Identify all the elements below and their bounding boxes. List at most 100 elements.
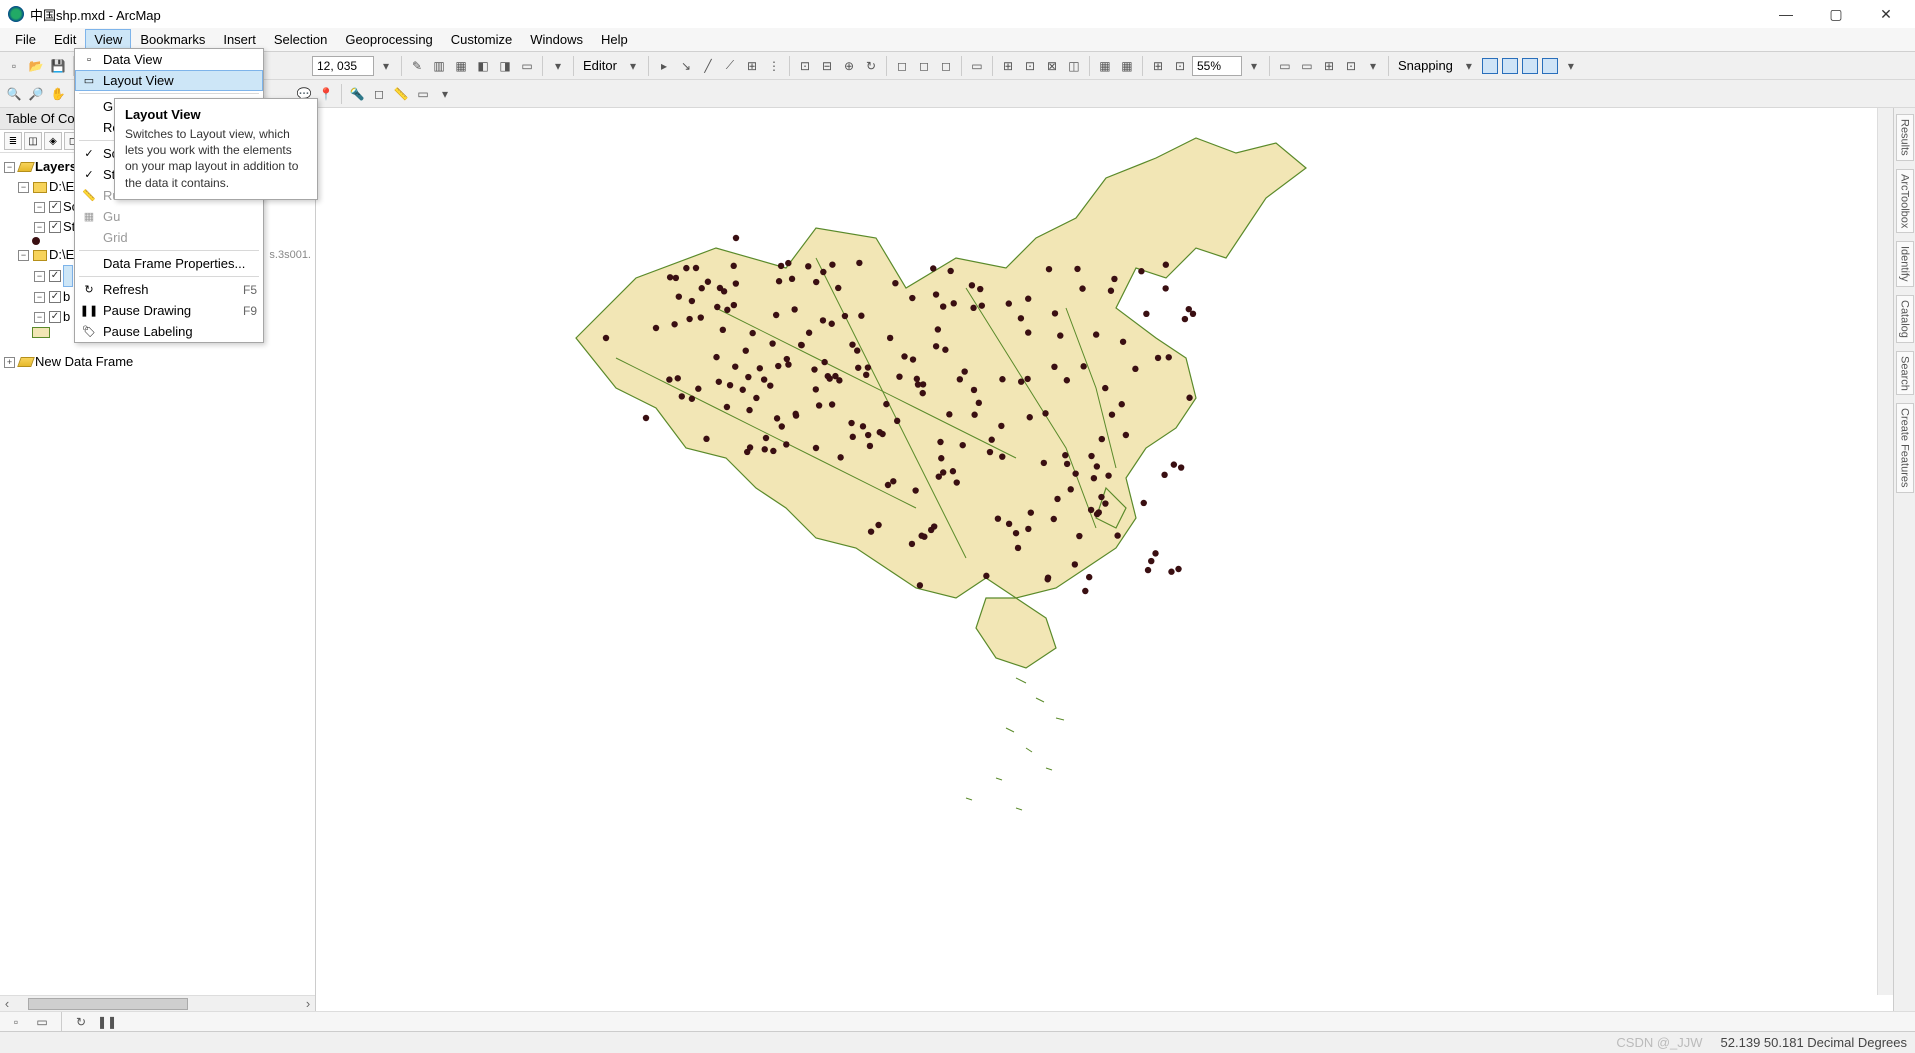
- layer-checkbox[interactable]: ✓: [49, 221, 61, 233]
- collapse-icon[interactable]: −: [34, 202, 45, 213]
- pan-icon[interactable]: ✋: [48, 84, 68, 104]
- percent-input[interactable]: [1192, 56, 1242, 76]
- menu-pause-drawing[interactable]: ❚❚ Pause Drawing F9: [75, 300, 263, 321]
- tool-icon[interactable]: ◻: [892, 56, 912, 76]
- menu-bookmarks[interactable]: Bookmarks: [131, 29, 214, 50]
- side-tab-results[interactable]: Results: [1896, 114, 1914, 161]
- pause-icon[interactable]: ❚❚: [97, 1012, 117, 1032]
- layer-checkbox[interactable]: ✓: [49, 291, 61, 303]
- side-tab-catalog[interactable]: Catalog: [1896, 295, 1914, 343]
- tool-icon[interactable]: ⊞: [742, 56, 762, 76]
- tool-icon[interactable]: ╱: [698, 56, 718, 76]
- minimize-button[interactable]: —: [1773, 4, 1799, 24]
- data-view-icon[interactable]: ▫: [6, 1012, 26, 1032]
- dropdown-icon[interactable]: ▾: [1363, 56, 1383, 76]
- tool-icon[interactable]: ⊕: [839, 56, 859, 76]
- new-icon[interactable]: ▫: [4, 56, 24, 76]
- toc-tab-visibility[interactable]: ◈: [44, 132, 62, 150]
- menu-pause-labeling[interactable]: 🏷 Pause Labeling: [75, 321, 263, 342]
- dropdown-icon[interactable]: ▾: [1459, 56, 1479, 76]
- refresh-icon[interactable]: ↻: [71, 1012, 91, 1032]
- snap-option[interactable]: [1502, 58, 1518, 74]
- menu-customize[interactable]: Customize: [442, 29, 521, 50]
- find-icon[interactable]: 🔦: [347, 84, 367, 104]
- tool-icon[interactable]: ▾: [548, 56, 568, 76]
- layer-checkbox[interactable]: ✓: [49, 311, 61, 323]
- snap-option[interactable]: [1482, 58, 1498, 74]
- toc-tab-list[interactable]: ≣: [4, 132, 22, 150]
- tool-icon[interactable]: ⊡: [795, 56, 815, 76]
- zoom-out-icon[interactable]: 🔎: [26, 84, 46, 104]
- tool-icon[interactable]: ▦: [451, 56, 471, 76]
- side-tab-create-features[interactable]: Create Features: [1896, 403, 1914, 492]
- collapse-icon[interactable]: −: [34, 222, 45, 233]
- tool-icon[interactable]: ⊟: [817, 56, 837, 76]
- side-tab-arctoolbox[interactable]: ArcToolbox: [1896, 169, 1914, 233]
- tool-icon[interactable]: 📍: [316, 84, 336, 104]
- tool-icon[interactable]: ▭: [413, 84, 433, 104]
- collapse-icon[interactable]: −: [34, 271, 45, 282]
- tool-icon[interactable]: ⋮: [764, 56, 784, 76]
- scroll-thumb[interactable]: [28, 998, 188, 1010]
- side-tab-search[interactable]: Search: [1896, 351, 1914, 396]
- menu-edit[interactable]: Edit: [45, 29, 85, 50]
- editor-label[interactable]: Editor: [579, 58, 621, 73]
- tool-icon[interactable]: ▸: [654, 56, 674, 76]
- tool-icon[interactable]: ▭: [967, 56, 987, 76]
- collapse-icon[interactable]: −: [34, 312, 45, 323]
- tool-icon[interactable]: ◨: [495, 56, 515, 76]
- open-icon[interactable]: 📂: [26, 56, 46, 76]
- tool-icon[interactable]: ↘: [676, 56, 696, 76]
- collapse-icon[interactable]: −: [4, 162, 15, 173]
- layer-checkbox[interactable]: ✓: [49, 270, 61, 282]
- tool-icon[interactable]: ▥: [429, 56, 449, 76]
- menu-layout-view[interactable]: ▭ Layout View: [75, 70, 263, 91]
- collapse-icon[interactable]: −: [18, 250, 29, 261]
- tool-icon[interactable]: ⊡: [1341, 56, 1361, 76]
- collapse-icon[interactable]: −: [34, 292, 45, 303]
- tool-icon[interactable]: ⊠: [1042, 56, 1062, 76]
- maximize-button[interactable]: ▢: [1823, 4, 1849, 24]
- menu-refresh[interactable]: ↻ Refresh F5: [75, 279, 263, 300]
- menu-selection[interactable]: Selection: [265, 29, 336, 50]
- menu-insert[interactable]: Insert: [214, 29, 265, 50]
- scroll-right-icon[interactable]: ›: [301, 996, 315, 1011]
- dropdown-icon[interactable]: ▾: [623, 56, 643, 76]
- layer-checkbox[interactable]: ✓: [49, 201, 61, 213]
- tool-icon[interactable]: ⊞: [1148, 56, 1168, 76]
- snap-option[interactable]: [1522, 58, 1538, 74]
- tool-icon[interactable]: ⊞: [1319, 56, 1339, 76]
- dropdown-icon[interactable]: ▾: [435, 84, 455, 104]
- tool-icon[interactable]: ↻: [861, 56, 881, 76]
- menu-data-frame-properties[interactable]: Data Frame Properties...: [75, 253, 263, 274]
- menu-help[interactable]: Help: [592, 29, 637, 50]
- tool-icon[interactable]: ▭: [1297, 56, 1317, 76]
- tool-icon[interactable]: ✎: [407, 56, 427, 76]
- close-button[interactable]: ✕: [1873, 4, 1899, 24]
- dropdown-icon[interactable]: ▾: [376, 56, 396, 76]
- side-tab-identify[interactable]: Identify: [1896, 241, 1914, 286]
- menu-data-view[interactable]: ▫ Data View: [75, 49, 263, 70]
- tool-icon[interactable]: ▦: [1095, 56, 1115, 76]
- menu-view[interactable]: View: [85, 29, 131, 50]
- tool-icon[interactable]: 📏: [391, 84, 411, 104]
- menu-geoprocessing[interactable]: Geoprocessing: [336, 29, 441, 50]
- save-icon[interactable]: 💾: [48, 56, 68, 76]
- tool-icon[interactable]: ⟋: [720, 56, 740, 76]
- dropdown-icon[interactable]: ▾: [1244, 56, 1264, 76]
- layout-view-icon[interactable]: ▭: [32, 1012, 52, 1032]
- tool-icon[interactable]: ⊡: [1020, 56, 1040, 76]
- tool-icon[interactable]: ⊞: [998, 56, 1018, 76]
- tool-icon[interactable]: ▭: [1275, 56, 1295, 76]
- dropdown-icon[interactable]: ▾: [1561, 56, 1581, 76]
- toc-tab-source[interactable]: ◫: [24, 132, 42, 150]
- scale-input[interactable]: [312, 56, 374, 76]
- tool-icon[interactable]: ◧: [473, 56, 493, 76]
- zoom-in-icon[interactable]: 🔍: [4, 84, 24, 104]
- map-view[interactable]: [316, 108, 1893, 1011]
- tool-icon[interactable]: ◫: [1064, 56, 1084, 76]
- scroll-left-icon[interactable]: ‹: [0, 996, 14, 1011]
- snapping-label[interactable]: Snapping: [1394, 58, 1457, 73]
- menu-file[interactable]: File: [6, 29, 45, 50]
- tool-icon[interactable]: ◻: [936, 56, 956, 76]
